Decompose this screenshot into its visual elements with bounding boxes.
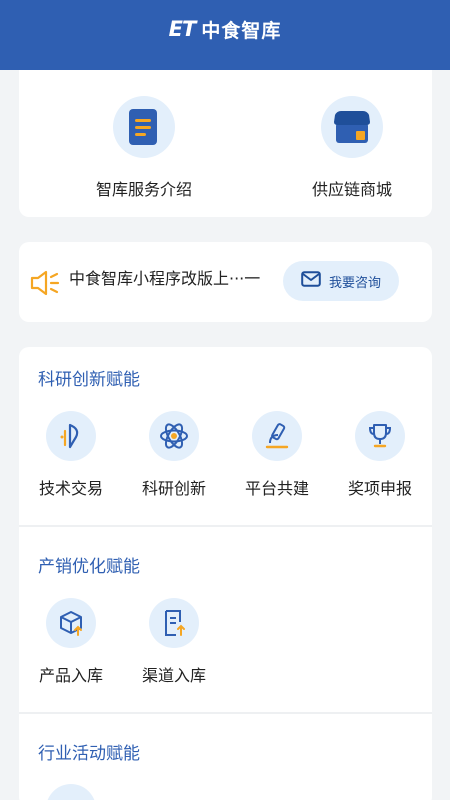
document-upload-icon: [149, 598, 199, 648]
megaphone-icon: [29, 269, 61, 297]
section-title-industry-events: 行业活动赋能: [38, 744, 140, 764]
consult-button-label: 我要咨询: [328, 275, 381, 291]
notice-text[interactable]: 中食智库小程序改版上···一: [69, 268, 289, 312]
grid-label-research-innovation: 科研创新: [141, 479, 206, 498]
grid-item-platform-build[interactable]: 平台共建: [225, 411, 329, 499]
grid-label-platform-build: 平台共建: [244, 479, 309, 498]
grid-item-award-apply[interactable]: 奖项申报: [328, 411, 432, 499]
event-icon[interactable]: [46, 784, 96, 800]
grid-label-award-apply: 奖项申报: [347, 479, 412, 498]
grid-label-tech-trade: 技术交易: [38, 479, 103, 498]
atom-icon: [149, 411, 199, 461]
consult-button[interactable]: 我要咨询: [283, 261, 399, 301]
service-intro-entry[interactable]: 智库服务介绍: [69, 96, 219, 200]
pen-icon: [46, 411, 96, 461]
app-header: ET 中食智库: [0, 0, 450, 70]
box-upload-icon: [46, 598, 96, 648]
supply-chain-mall-entry[interactable]: 供应链商城: [277, 96, 427, 200]
section-divider: [19, 525, 432, 527]
grid-item-channel-listing[interactable]: 渠道入库: [122, 598, 226, 686]
grid-item-research-innovation[interactable]: 科研创新: [122, 411, 226, 499]
brand-logo: ET: [168, 17, 197, 41]
section-title-production-sales: 产销优化赋能: [38, 557, 140, 577]
services-card: 科研创新赋能 技术交易 科研创新 平台共建 奖项申报 产销优化赋能 产品入库 渠…: [19, 347, 432, 800]
store-icon: [321, 96, 383, 158]
section-divider: [19, 712, 432, 714]
section-title-research: 科研创新赋能: [38, 370, 140, 390]
grid-item-product-listing[interactable]: 产品入库: [19, 598, 123, 686]
grid-item-tech-trade[interactable]: 技术交易: [19, 411, 123, 499]
service-intro-label: 智库服务介绍: [95, 180, 192, 199]
supply-chain-mall-label: 供应链商城: [311, 180, 392, 199]
page-title: 中食智库: [201, 19, 282, 42]
brand: ET 中食智库: [169, 16, 282, 43]
document-icon: [113, 96, 175, 158]
quick-entry-card: 智库服务介绍 供应链商城: [19, 70, 432, 217]
notice-card: 中食智库小程序改版上···一 我要咨询: [19, 242, 432, 322]
grid-label-product-listing: 产品入库: [38, 666, 103, 685]
microscope-icon: [252, 411, 302, 461]
trophy-icon: [355, 411, 405, 461]
mail-icon: [301, 271, 321, 291]
grid-label-channel-listing: 渠道入库: [141, 666, 206, 685]
